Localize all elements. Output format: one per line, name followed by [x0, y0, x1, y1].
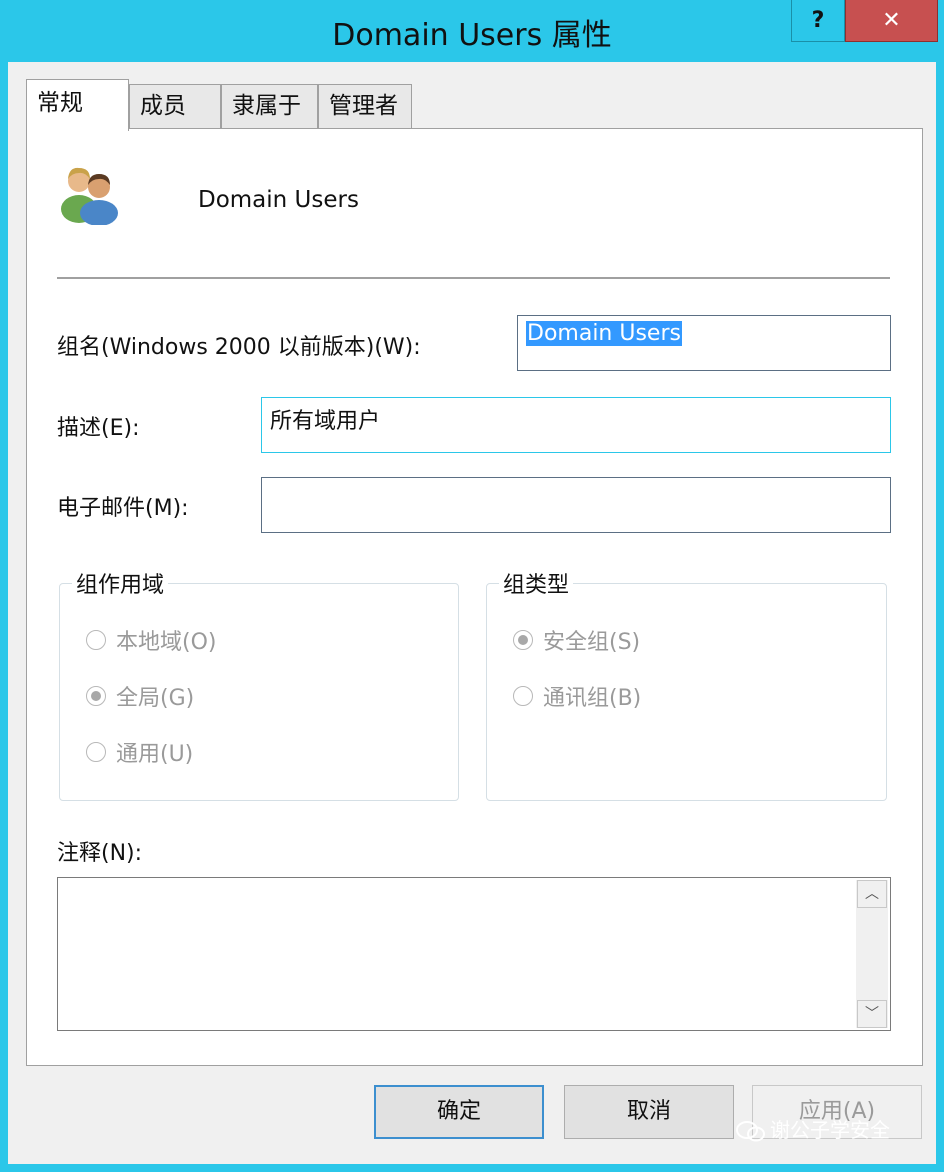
sam-name-label: 组名(Windows 2000 以前版本)(W):: [57, 335, 421, 360]
wechat-icon: [736, 1120, 766, 1143]
type-distribution-radio[interactable]: 通讯组(B): [513, 680, 641, 711]
description-label: 描述(E):: [57, 416, 140, 441]
help-button[interactable]: ?: [791, 0, 845, 42]
radio-indicator: [86, 630, 106, 650]
watermark-text: 谢公子学安全: [770, 1118, 890, 1142]
user-group-icon: [57, 163, 123, 226]
notes-label: 注释(N):: [57, 841, 143, 866]
group-type-title: 组类型: [499, 567, 574, 599]
tab-members[interactable]: 成员: [129, 84, 221, 128]
close-button[interactable]: ✕: [845, 0, 938, 42]
title-bar: Domain Users 属性 ? ✕: [0, 0, 944, 62]
ok-button[interactable]: 确定: [374, 1085, 544, 1139]
cancel-button[interactable]: 取消: [564, 1085, 734, 1139]
group-scope-title: 组作用域: [72, 567, 169, 599]
separator: [57, 277, 890, 279]
email-input[interactable]: [261, 477, 891, 533]
type-security-radio[interactable]: 安全组(S): [513, 624, 640, 655]
notes-scrollbar[interactable]: ︿ ﹀: [856, 880, 888, 1028]
scope-domain-local-radio[interactable]: 本地域(O): [86, 624, 216, 655]
tab-member-of[interactable]: 隶属于: [221, 84, 318, 128]
general-panel: Domain Users 组名(Windows 2000 以前版本)(W): D…: [26, 128, 923, 1066]
notes-textarea[interactable]: ︿ ﹀: [57, 877, 891, 1031]
group-name-display: Domain Users: [198, 187, 359, 213]
radio-indicator: [86, 742, 106, 762]
email-label: 电子邮件(M):: [57, 496, 189, 521]
scroll-up-icon[interactable]: ︿: [857, 880, 887, 908]
tab-managed-by[interactable]: 管理者: [318, 84, 412, 128]
scope-universal-radio[interactable]: 通用(U): [86, 736, 193, 767]
sam-name-input[interactable]: Domain Users: [517, 315, 891, 371]
dialog-client: 常规 成员 隶属于 管理者 Domain Users 组名(Windows 20…: [8, 62, 936, 1164]
description-input[interactable]: 所有域用户: [261, 397, 891, 453]
scope-global-radio[interactable]: 全局(G): [86, 680, 194, 711]
radio-indicator: [86, 686, 106, 706]
watermark: 谢公子学安全: [736, 1114, 890, 1143]
scroll-down-icon[interactable]: ﹀: [857, 1000, 887, 1028]
sam-name-value: Domain Users: [526, 321, 682, 346]
radio-indicator: [513, 686, 533, 706]
group-type-box: 组类型 安全组(S) 通讯组(B): [486, 567, 887, 801]
group-scope-box: 组作用域 本地域(O) 全局(G) 通用(U): [59, 567, 459, 801]
radio-indicator: [513, 630, 533, 650]
tab-general[interactable]: 常规: [26, 79, 129, 131]
